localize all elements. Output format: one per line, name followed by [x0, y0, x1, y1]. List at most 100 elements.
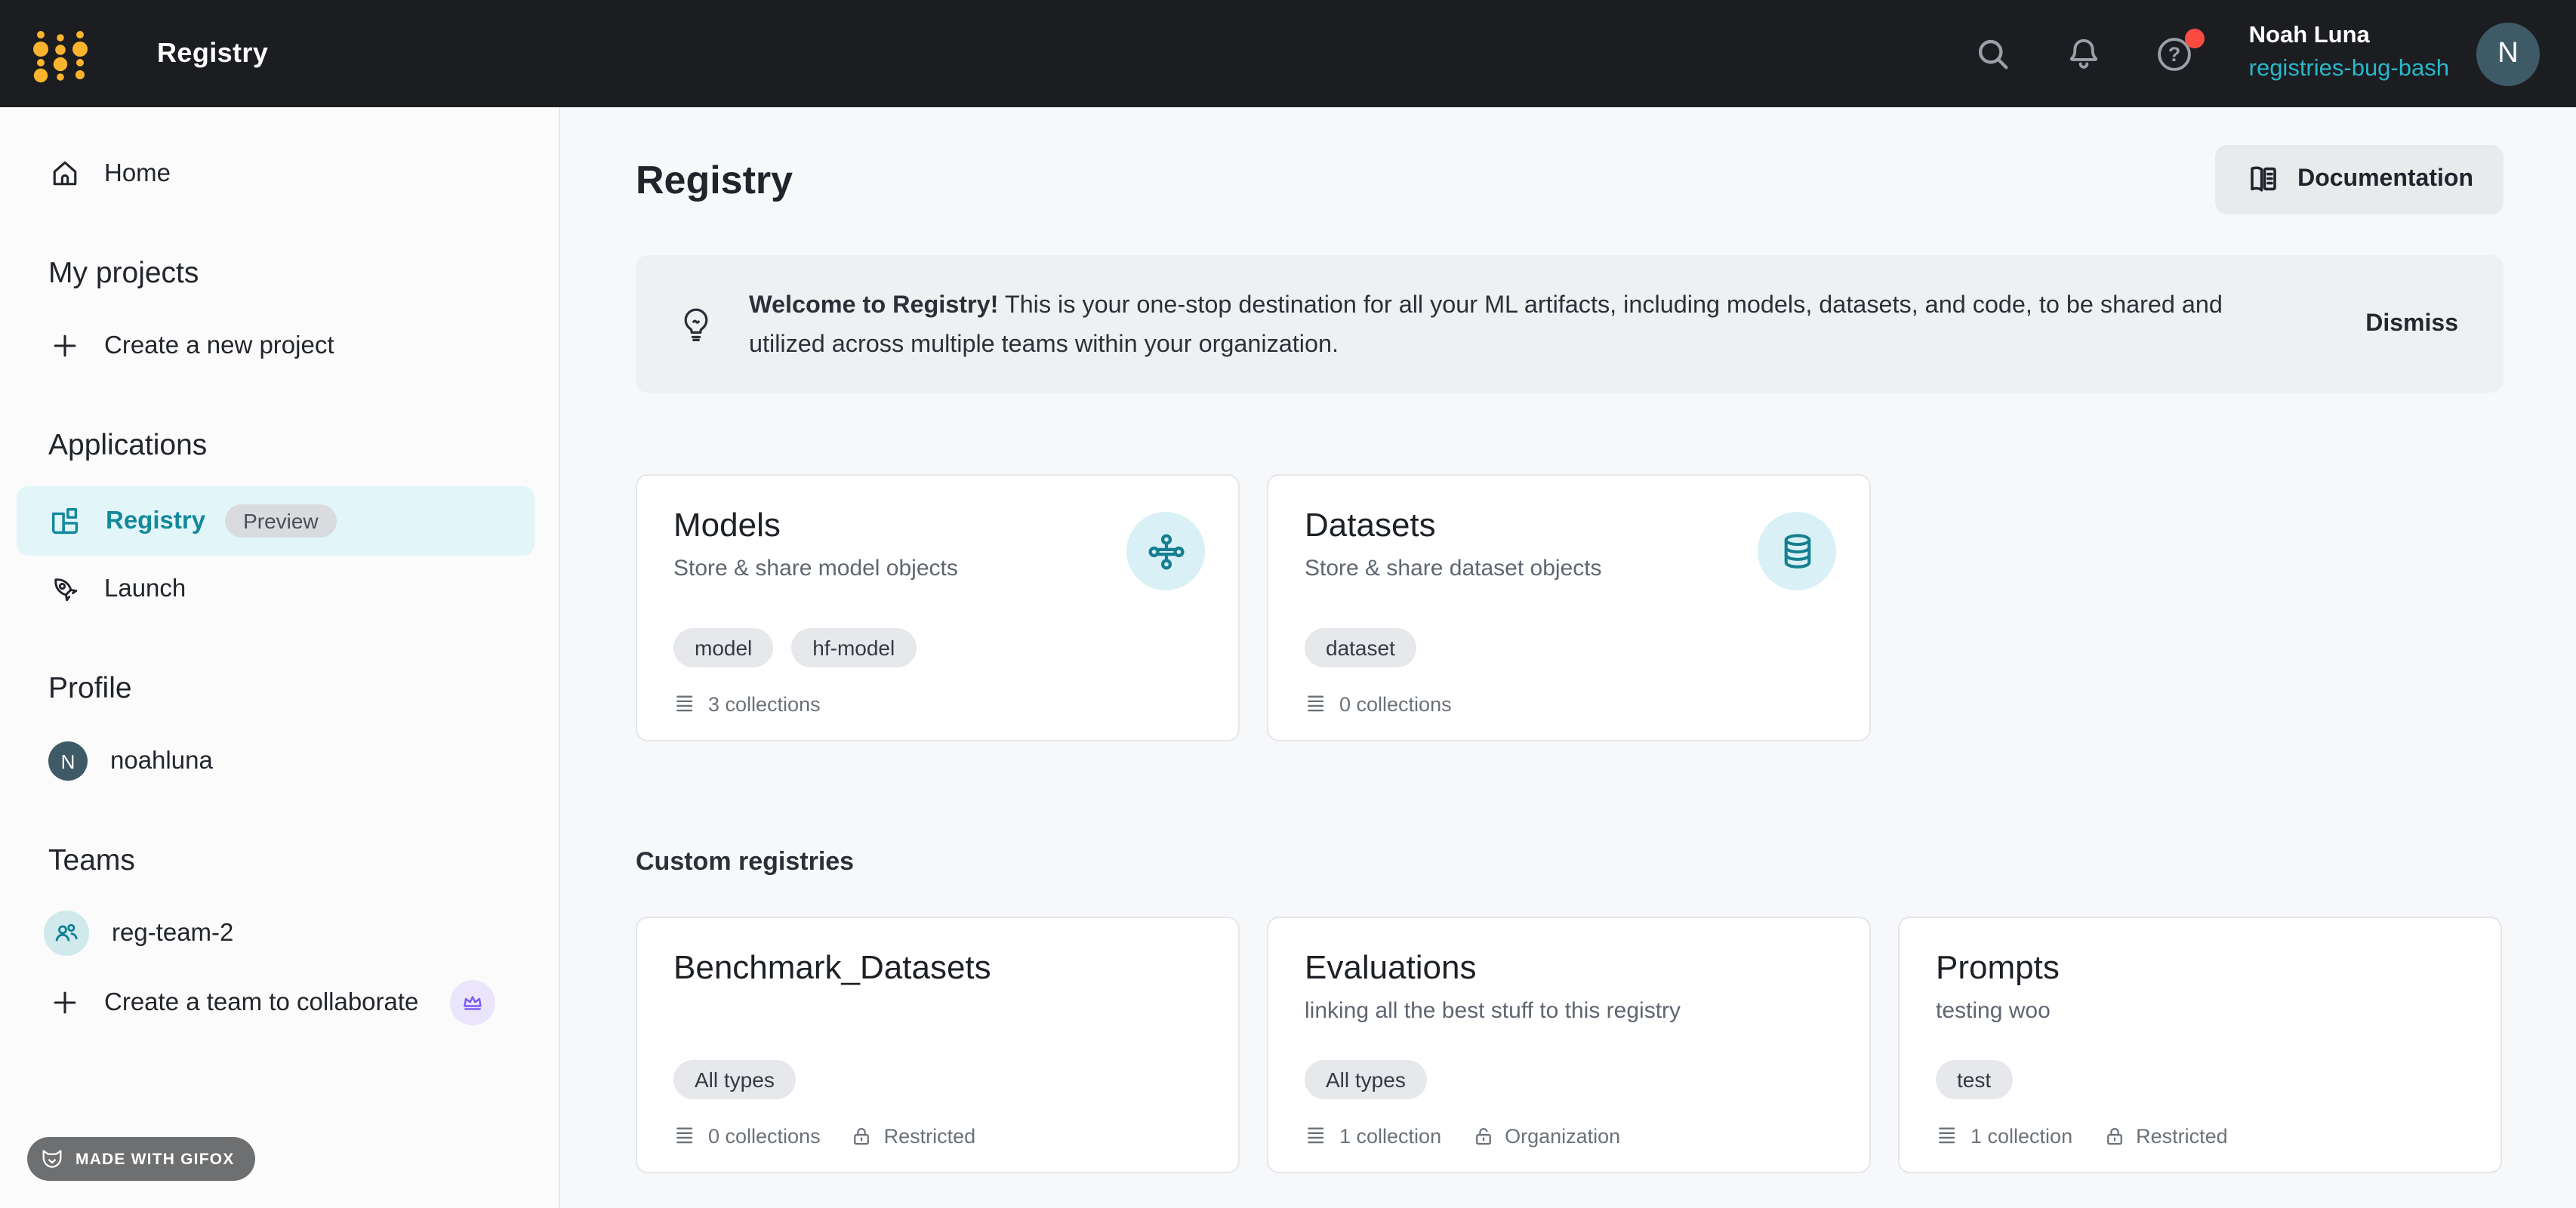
- collections-count: 1 collection: [1305, 1123, 1441, 1148]
- book-icon: [2245, 162, 2281, 198]
- card-meta: 0 collections: [1305, 692, 1833, 716]
- welcome-banner-text: Welcome to Registry! This is your one-st…: [749, 285, 2305, 363]
- visibility-status: Organization: [1471, 1124, 1620, 1147]
- collections-count: 3 collections: [673, 692, 821, 716]
- visibility-label: Organization: [1505, 1124, 1620, 1147]
- made-with-gifox-badge[interactable]: MADE WITH GIFOX: [27, 1137, 256, 1181]
- lock-open-icon: [1471, 1124, 1494, 1147]
- registry-card-datasets[interactable]: Datasets Store & share dataset objects d…: [1267, 474, 1871, 741]
- help-menu[interactable]: ?: [2155, 34, 2195, 73]
- gifox-label: MADE WITH GIFOX: [75, 1150, 235, 1168]
- sidebar-item-label: Registry: [106, 507, 205, 535]
- crown-icon: [459, 989, 486, 1016]
- card-tags: All types: [673, 1060, 1202, 1099]
- card-title: Prompts: [1936, 948, 2464, 988]
- sidebar-item-launch[interactable]: Launch: [0, 556, 559, 622]
- plus-icon: [48, 986, 82, 1019]
- collections-list-icon: [1936, 1123, 1960, 1148]
- tag: hf-model: [791, 628, 916, 667]
- sidebar-heading-profile: Profile: [48, 672, 559, 708]
- card-subtitle: Store & share dataset objects: [1305, 556, 1833, 581]
- main-content: Registry Documentation: [560, 107, 2576, 1208]
- sidebar-item-create-team[interactable]: Create a team to collaborate: [0, 969, 559, 1036]
- collections-label: 1 collection: [1339, 1124, 1441, 1147]
- lock-closed-icon: [851, 1124, 874, 1147]
- gifox-fox-icon: [39, 1146, 65, 1172]
- collections-label: 1 collection: [1971, 1124, 2072, 1147]
- home-icon: [48, 157, 82, 190]
- notification-dot: [2186, 28, 2205, 48]
- card-subtitle: linking all the best stuff to this regis…: [1305, 998, 1833, 1024]
- top-navbar: Registry ? Noah Luna: [0, 0, 2576, 107]
- card-meta: 3 collections: [673, 692, 1202, 716]
- registry-card-evaluations[interactable]: Evaluations linking all the best stuff t…: [1267, 917, 1871, 1173]
- navbar-app-title: Registry: [157, 38, 268, 69]
- visibility-label: Restricted: [884, 1124, 976, 1147]
- visibility-label: Restricted: [2136, 1124, 2228, 1147]
- sidebar-heading-applications: Applications: [48, 429, 559, 465]
- upgrade-badge: [450, 980, 495, 1025]
- lightbulb-icon: [676, 304, 716, 344]
- tag: All types: [673, 1060, 796, 1099]
- bell-icon[interactable]: [2065, 34, 2104, 73]
- tag: dataset: [1305, 628, 1416, 667]
- registry-card-models[interactable]: Models Store & share model objects model…: [636, 474, 1240, 741]
- card-subtitle: testing woo: [1936, 998, 2464, 1024]
- dismiss-button[interactable]: Dismiss: [2365, 310, 2458, 337]
- card-title: Datasets: [1305, 506, 1833, 545]
- app-window: Registry ? Noah Luna: [0, 0, 2576, 1208]
- collections-list-icon: [1305, 1123, 1329, 1148]
- team-people-icon: [51, 918, 82, 948]
- user-org: registries-bug-bash: [2249, 56, 2449, 84]
- collections-list-icon: [673, 692, 698, 716]
- card-tags: model hf-model: [673, 628, 1202, 667]
- database-icon: [1758, 512, 1836, 590]
- tag: test: [1936, 1060, 2012, 1099]
- custom-registries-heading: Custom registries: [636, 847, 2504, 877]
- wandb-logo-icon[interactable]: [33, 25, 88, 82]
- card-subtitle: Store & share model objects: [673, 556, 1202, 581]
- sidebar-item-home[interactable]: Home: [0, 140, 559, 207]
- card-title: Evaluations: [1305, 948, 1833, 988]
- sidebar: Home My projects Create a new project Ap…: [0, 107, 560, 1208]
- svg-text:?: ?: [2168, 42, 2181, 65]
- documentation-button[interactable]: Documentation: [2214, 145, 2504, 214]
- sidebar-item-create-project[interactable]: Create a new project: [0, 313, 559, 379]
- registry-card-benchmark-datasets[interactable]: Benchmark_Datasets All types 0 collectio…: [636, 917, 1240, 1173]
- model-icon: [1126, 512, 1205, 590]
- card-tags: dataset: [1305, 628, 1833, 667]
- custom-registries-row: Benchmark_Datasets All types 0 collectio…: [636, 917, 2504, 1173]
- sidebar-heading-my-projects: My projects: [48, 257, 559, 293]
- search-icon[interactable]: [1974, 34, 2014, 73]
- card-title: Benchmark_Datasets: [673, 948, 1202, 988]
- welcome-banner-title: Welcome to Registry!: [749, 291, 998, 318]
- collections-count: 1 collection: [1936, 1123, 2072, 1148]
- user-menu[interactable]: Noah Luna registries-bug-bash: [2249, 23, 2449, 84]
- plus-icon: [48, 329, 82, 362]
- card-tags: test: [1936, 1060, 2464, 1099]
- rocket-icon: [48, 572, 82, 606]
- sidebar-item-profile[interactable]: N noahluna: [0, 728, 559, 794]
- collections-label: 0 collections: [708, 1124, 821, 1147]
- registry-card-prompts[interactable]: Prompts testing woo test 1 collection: [1898, 917, 2502, 1173]
- sidebar-item-label: Create a team to collaborate: [104, 988, 418, 1017]
- tag: All types: [1305, 1060, 1427, 1099]
- sidebar-item-label: reg-team-2: [112, 919, 233, 948]
- sidebar-item-label: Home: [104, 159, 171, 188]
- collections-list-icon: [1305, 692, 1329, 716]
- sidebar-item-registry[interactable]: Registry Preview: [17, 486, 535, 556]
- page-title: Registry: [636, 156, 793, 203]
- sidebar-item-label: Create a new project: [104, 331, 334, 360]
- card-meta: 1 collection Restricted: [1936, 1123, 2464, 1148]
- card-tags: All types: [1305, 1060, 1833, 1099]
- avatar[interactable]: N: [2476, 22, 2540, 85]
- core-registries-row: Models Store & share model objects model…: [636, 474, 2504, 741]
- tag: model: [673, 628, 773, 667]
- collections-count: 0 collections: [1305, 692, 1452, 716]
- welcome-banner: Welcome to Registry! This is your one-st…: [636, 255, 2504, 393]
- sidebar-item-team[interactable]: reg-team-2: [0, 900, 559, 966]
- card-meta: 0 collections Restricted: [673, 1123, 1202, 1148]
- collections-label: 0 collections: [1339, 692, 1452, 715]
- user-name: Noah Luna: [2249, 23, 2449, 51]
- visibility-status: Restricted: [851, 1124, 976, 1147]
